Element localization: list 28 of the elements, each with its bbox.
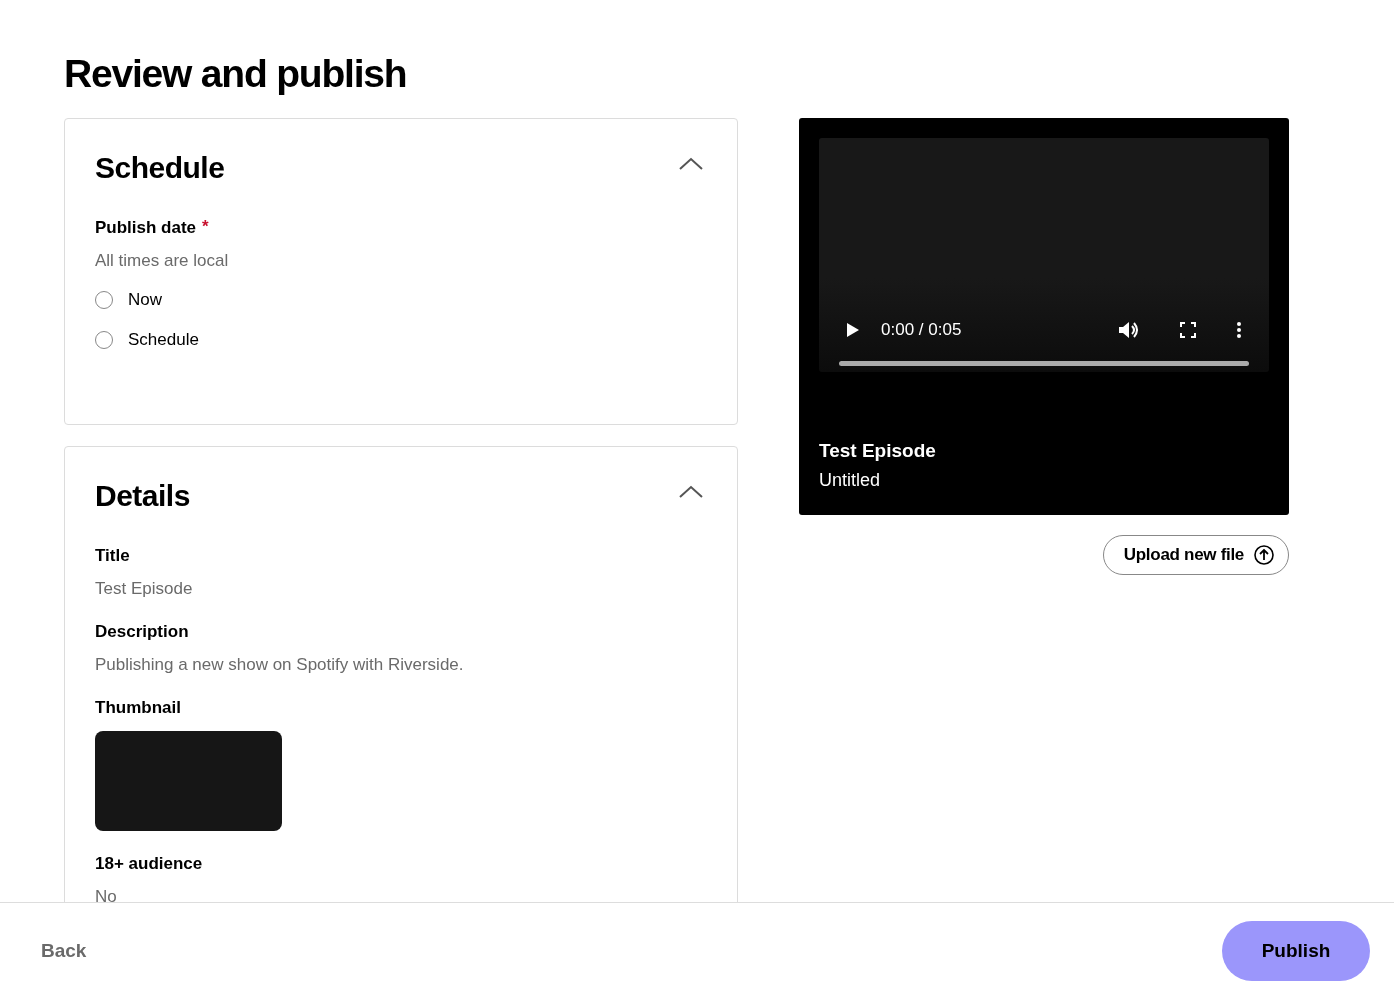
section-title: Details xyxy=(95,478,190,514)
field-label: Title xyxy=(95,545,130,567)
play-icon[interactable] xyxy=(846,322,860,338)
chevron-up-icon[interactable] xyxy=(678,485,704,499)
field-value: No xyxy=(95,887,117,902)
required-mark: * xyxy=(202,217,209,238)
upload-button[interactable]: Upload new file xyxy=(1102,535,1289,575)
field-label: 18+ audience xyxy=(95,853,203,875)
field-label: Description xyxy=(95,621,189,643)
field-label: Thumbnail xyxy=(95,697,181,719)
field-label: Publish date xyxy=(95,217,197,239)
episode-subtitle: Untitled xyxy=(819,470,881,491)
chevron-up-icon[interactable] xyxy=(678,157,704,171)
volume-icon[interactable] xyxy=(1118,320,1140,340)
back-button[interactable]: Back xyxy=(41,939,87,962)
field-value: Test Episode xyxy=(95,579,193,599)
episode-title: Test Episode xyxy=(819,440,936,462)
section-title: Schedule xyxy=(95,150,225,186)
more-icon[interactable] xyxy=(1236,321,1242,339)
hint-text: All times are local xyxy=(95,251,229,271)
fullscreen-icon[interactable] xyxy=(1180,322,1196,338)
upload-icon xyxy=(1254,545,1274,565)
page-title: Review and publish xyxy=(64,51,408,97)
radio-label[interactable]: Now xyxy=(128,290,162,310)
publish-button[interactable]: Publish xyxy=(1222,920,1370,981)
time-display: 0:00 / 0:05 xyxy=(881,320,962,340)
radio-label[interactable]: Schedule xyxy=(128,330,199,350)
field-value: Publishing a new show on Spotify with Riverside. xyxy=(95,655,464,675)
